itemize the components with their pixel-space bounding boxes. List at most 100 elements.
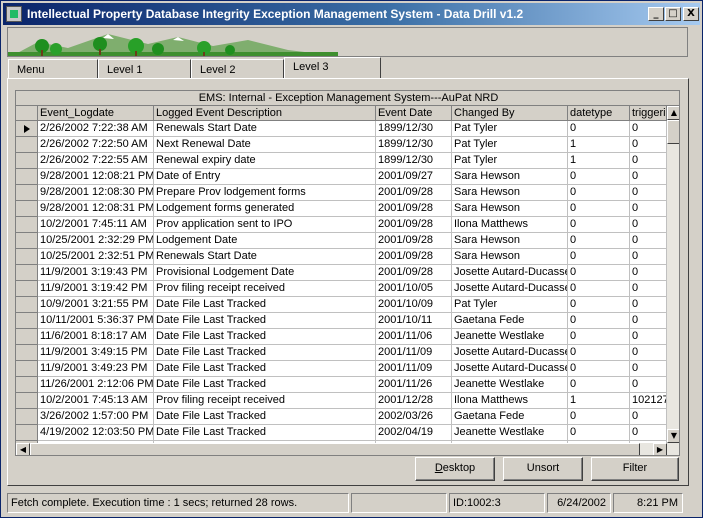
row-selector[interactable] xyxy=(16,345,38,361)
cell-changed-by[interactable]: Jeanette Westlake xyxy=(452,425,568,441)
cell-datetype[interactable]: 0 xyxy=(568,345,630,361)
cell-changed-by[interactable]: Ilona Matthews xyxy=(452,393,568,409)
cell-changed-by[interactable]: Sara Hewson xyxy=(452,169,568,185)
cell-trigger[interactable]: 0 xyxy=(630,137,667,153)
table-row[interactable]: 11/9/2001 3:49:15 PM Date File Last Track… xyxy=(16,345,667,361)
cell-event-logdate[interactable]: 10/2/2001 7:45:13 AM xyxy=(38,393,154,409)
cell-trigger[interactable]: 0 xyxy=(630,153,667,169)
cell-datetype[interactable]: 0 xyxy=(568,409,630,425)
data-grid[interactable]: EMS: Internal - Exception Management Sys… xyxy=(15,90,680,456)
cell-changed-by[interactable]: Sara Hewson xyxy=(452,233,568,249)
cell-event-date[interactable]: 2001/12/28 xyxy=(376,393,452,409)
cell-description[interactable]: Date File Last Tracked xyxy=(154,409,376,425)
cell-event-logdate[interactable]: 2/26/2002 7:22:55 AM xyxy=(38,153,154,169)
cell-changed-by[interactable]: Pat Tyler xyxy=(452,137,568,153)
cell-datetype[interactable]: 0 xyxy=(568,297,630,313)
horizontal-scrollbar[interactable]: ◀ ▶ xyxy=(16,443,679,455)
cell-changed-by[interactable]: Sara Hewson xyxy=(452,185,568,201)
cell-datetype[interactable]: 0 xyxy=(568,217,630,233)
cell-description[interactable]: Renewal expiry date xyxy=(154,153,376,169)
cell-trigger[interactable]: 0 xyxy=(630,121,667,137)
cell-changed-by[interactable]: Sara Hewson xyxy=(452,201,568,217)
cell-changed-by[interactable]: Josette Autard-Ducasse xyxy=(452,265,568,281)
cell-event-logdate[interactable]: 2/26/2002 7:22:50 AM xyxy=(38,137,154,153)
cell-changed-by[interactable]: Pat Tyler xyxy=(452,297,568,313)
column-header-description[interactable]: Logged Event Description xyxy=(154,106,376,121)
row-selector[interactable] xyxy=(16,377,38,393)
cell-description[interactable]: Date File Last Tracked xyxy=(154,313,376,329)
scroll-down-icon[interactable]: ▼ xyxy=(667,429,679,443)
cell-trigger[interactable]: 0 xyxy=(630,185,667,201)
cell-event-logdate[interactable]: 11/9/2001 3:49:15 PM xyxy=(38,345,154,361)
cell-event-logdate[interactable]: 11/26/2001 2:12:06 PM xyxy=(38,377,154,393)
cell-trigger[interactable]: 0 xyxy=(630,169,667,185)
cell-event-date[interactable]: 2001/09/28 xyxy=(376,217,452,233)
maximize-button[interactable]: □ xyxy=(665,7,681,21)
unsort-button[interactable]: Unsort xyxy=(503,457,583,481)
cell-event-logdate[interactable]: 10/2/2001 7:45:11 AM xyxy=(38,217,154,233)
cell-event-date[interactable]: 2001/11/06 xyxy=(376,329,452,345)
cell-datetype[interactable]: 0 xyxy=(568,249,630,265)
cell-event-date[interactable]: 2001/10/09 xyxy=(376,297,452,313)
table-row[interactable]: 9/28/2001 12:08:30 PM Prepare Prov lodgem… xyxy=(16,185,667,201)
table-row[interactable]: 11/6/2001 8:18:17 AM Date File Last Track… xyxy=(16,329,667,345)
table-row[interactable]: 9/28/2001 12:08:31 PM Lodgement forms gen… xyxy=(16,201,667,217)
table-row[interactable]: 10/11/2001 5:36:37 PM Date File Last Trac… xyxy=(16,313,667,329)
cell-description[interactable]: Provisional Lodgement Date xyxy=(154,265,376,281)
cell-changed-by[interactable]: Jeanette Westlake xyxy=(452,329,568,345)
cell-description[interactable]: Lodgement Date xyxy=(154,233,376,249)
vertical-scroll-thumb[interactable] xyxy=(667,120,679,144)
cell-trigger[interactable]: 0 xyxy=(630,313,667,329)
cell-event-date[interactable]: 2001/11/09 xyxy=(376,361,452,377)
cell-event-date[interactable]: 2001/11/09 xyxy=(376,345,452,361)
cell-trigger[interactable]: 0 xyxy=(630,329,667,345)
cell-event-logdate[interactable]: 2/26/2002 7:22:38 AM xyxy=(38,121,154,137)
cell-event-logdate[interactable]: 4/19/2002 12:03:50 PM xyxy=(38,425,154,441)
cell-event-logdate[interactable]: 10/9/2001 3:21:55 PM xyxy=(38,297,154,313)
table-row[interactable]: 11/9/2001 3:19:42 PM Prov filing receipt … xyxy=(16,281,667,297)
vertical-scrollbar[interactable]: ▲ ▼ xyxy=(667,106,679,443)
close-button[interactable]: X xyxy=(683,7,699,21)
cell-changed-by[interactable]: Gaetana Fede xyxy=(452,409,568,425)
cell-datetype[interactable]: 0 xyxy=(568,425,630,441)
cell-event-logdate[interactable]: 10/25/2001 2:32:29 PM xyxy=(38,233,154,249)
cell-datetype[interactable]: 0 xyxy=(568,329,630,345)
row-selector[interactable] xyxy=(16,249,38,265)
cell-event-date[interactable]: 2001/10/05 xyxy=(376,281,452,297)
scroll-left-icon[interactable]: ◀ xyxy=(16,443,30,455)
table-row[interactable]: 10/9/2001 3:21:55 PM Date File Last Track… xyxy=(16,297,667,313)
column-header-trigger[interactable]: triggeri xyxy=(630,106,667,121)
table-row[interactable]: 10/25/2001 2:32:51 PM Renewals Start Date… xyxy=(16,249,667,265)
column-header-changed-by[interactable]: Changed By xyxy=(452,106,568,121)
table-row[interactable]: 2/26/2002 7:22:55 AM Renewal expiry date 1… xyxy=(16,153,667,169)
cell-datetype[interactable]: 0 xyxy=(568,233,630,249)
cell-datetype[interactable]: 0 xyxy=(568,185,630,201)
column-header-event-logdate[interactable]: Event_Logdate xyxy=(38,106,154,121)
table-row[interactable]: 3/26/2002 1:57:00 PM Date File Last Track… xyxy=(16,409,667,425)
row-selector[interactable] xyxy=(16,185,38,201)
cell-description[interactable]: Date File Last Tracked xyxy=(154,425,376,441)
cell-datetype[interactable]: 0 xyxy=(568,169,630,185)
table-row[interactable]: 2/26/2002 7:22:50 AM Next Renewal Date 189… xyxy=(16,137,667,153)
cell-changed-by[interactable]: Sara Hewson xyxy=(452,249,568,265)
table-row[interactable]: 10/25/2001 2:32:29 PM Lodgement Date 2001/… xyxy=(16,233,667,249)
table-row[interactable]: 2/26/2002 7:22:38 AM Renewals Start Date 1… xyxy=(16,121,667,137)
cell-datetype[interactable]: 0 xyxy=(568,265,630,281)
cell-event-date[interactable]: 2001/09/27 xyxy=(376,169,452,185)
cell-description[interactable]: Prov filing receipt received xyxy=(154,281,376,297)
row-selector[interactable] xyxy=(16,393,38,409)
cell-trigger[interactable]: 0 xyxy=(630,249,667,265)
cell-event-logdate[interactable]: 11/9/2001 3:19:42 PM xyxy=(38,281,154,297)
cell-description[interactable]: Date File Last Tracked xyxy=(154,329,376,345)
cell-description[interactable]: Date File Last Tracked xyxy=(154,377,376,393)
cell-description[interactable]: Prov application sent to IPO xyxy=(154,217,376,233)
cell-datetype[interactable]: 0 xyxy=(568,377,630,393)
cell-changed-by[interactable]: Ilona Matthews xyxy=(452,217,568,233)
cell-changed-by[interactable]: Josette Autard-Ducasse xyxy=(452,281,568,297)
cell-description[interactable]: Date File Last Tracked xyxy=(154,345,376,361)
cell-event-date[interactable]: 1899/12/30 xyxy=(376,121,452,137)
cell-event-logdate[interactable]: 10/25/2001 2:32:51 PM xyxy=(38,249,154,265)
cell-trigger[interactable]: 0 xyxy=(630,281,667,297)
cell-trigger[interactable]: 0 xyxy=(630,425,667,441)
cell-description[interactable]: Date of Entry xyxy=(154,169,376,185)
